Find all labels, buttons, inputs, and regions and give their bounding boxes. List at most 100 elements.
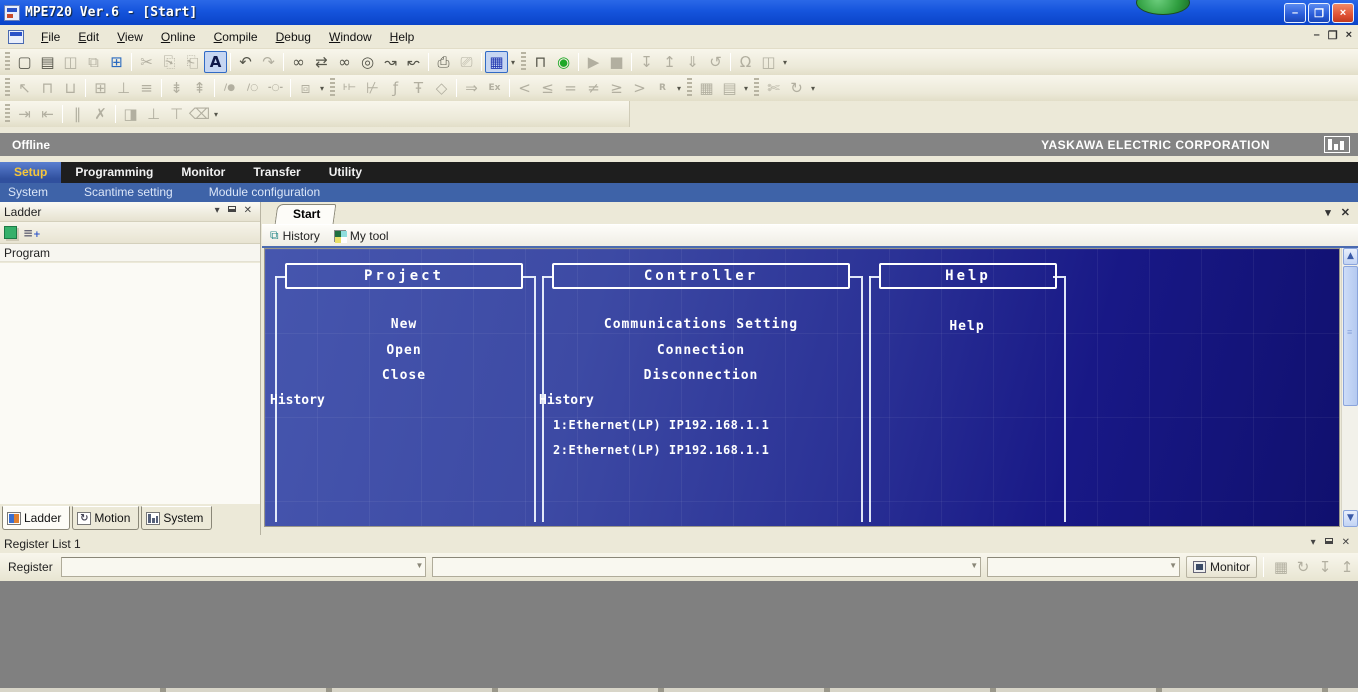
translate-icon[interactable]: A — [204, 51, 227, 73]
import-register-icon[interactable]: ↧ — [1314, 556, 1336, 578]
panel-dropdown-icon[interactable]: ▾ — [215, 205, 220, 216]
register-comment-combo[interactable]: ▼ — [432, 557, 981, 577]
write-into-controller-icon[interactable]: ↧ — [635, 51, 658, 73]
control-instruction-icon[interactable]: ◇ — [430, 77, 453, 99]
new-file-icon[interactable]: ▢ — [13, 51, 36, 73]
restore-data-icon[interactable]: ↺ — [704, 51, 727, 73]
list-view-icon[interactable]: ≡+ — [23, 226, 41, 240]
compare-le-icon[interactable]: ≤ — [536, 77, 559, 99]
indent-left-icon[interactable]: ⇤ — [36, 103, 59, 125]
scroll-up-arrow[interactable]: ▲ — [1343, 248, 1358, 265]
register-pin-icon[interactable] — [1325, 538, 1333, 544]
my-tool-button[interactable]: My tool — [334, 229, 389, 243]
logic-instruction-icon[interactable]: Ŧ — [407, 77, 430, 99]
comment-restore-icon[interactable]: ✗ — [89, 103, 112, 125]
lock-icon[interactable]: Ω — [734, 51, 757, 73]
help-link[interactable]: Help — [949, 319, 984, 334]
close-button[interactable]: × — [1332, 3, 1354, 23]
pin-rung-icon[interactable]: ⊥ — [142, 103, 165, 125]
insert-row-above-icon[interactable]: ⇞ — [188, 77, 211, 99]
find-in-project-icon[interactable]: ∞ — [333, 51, 356, 73]
save-icon[interactable]: ◫ — [59, 51, 82, 73]
save-to-flash-icon[interactable]: ◫ — [757, 51, 780, 73]
coil-instruction-icon[interactable]: ⊬ — [361, 77, 384, 99]
select-mode-icon[interactable]: ↖ — [13, 77, 36, 99]
toolbar-drag-handle[interactable] — [521, 52, 526, 72]
compare-gt-icon[interactable]: > — [628, 77, 651, 99]
menu-file[interactable]: File — [32, 27, 69, 47]
tab-utility[interactable]: Utility — [315, 162, 376, 183]
toolbar-dropdown-arrow[interactable]: ▾ — [317, 84, 327, 93]
register-dropdown-icon[interactable]: ▾ — [1311, 537, 1316, 548]
nc-contact-icon[interactable]: ⊔ — [59, 77, 82, 99]
bookmark-icon[interactable]: ⊤ — [165, 103, 188, 125]
tab-motion[interactable]: ↻ Motion — [72, 506, 139, 530]
menu-window[interactable]: Window — [320, 27, 381, 47]
coil-on-icon[interactable]: /● — [218, 77, 241, 99]
insert-row-below-icon[interactable]: ⇟ — [165, 77, 188, 99]
search-detail-icon[interactable]: ◎ — [356, 51, 379, 73]
rung-vertical-icon[interactable]: ⊥ — [112, 77, 135, 99]
tab-setup[interactable]: Setup — [0, 162, 61, 183]
find-icon[interactable]: ∞ — [287, 51, 310, 73]
coil-out-icon[interactable]: -○- — [264, 77, 287, 99]
compare-lt-icon[interactable]: < — [513, 77, 536, 99]
tab-programming[interactable]: Programming — [61, 162, 167, 183]
toolbar-dropdown-arrow[interactable]: ▾ — [508, 58, 518, 67]
register-comment-icon[interactable]: ⧈ — [294, 77, 317, 99]
communications-setting-link[interactable]: Communications Setting — [604, 317, 798, 332]
mdi-close-button[interactable]: × — [1346, 29, 1352, 42]
subitem-system[interactable]: System — [0, 183, 62, 202]
toolbar-drag-handle[interactable] — [5, 52, 10, 72]
run-icon[interactable]: ▶ — [582, 51, 605, 73]
toolbar-drag-handle[interactable] — [5, 104, 10, 124]
scroll-down-arrow[interactable]: ▼ — [1343, 510, 1358, 527]
panel-pin-icon[interactable] — [228, 206, 236, 212]
goto-prev-icon[interactable]: ↜ — [402, 51, 425, 73]
toolbar-drag-handle[interactable] — [330, 78, 335, 98]
monitor-toggle-button[interactable]: Monitor — [1186, 556, 1257, 578]
print-icon[interactable]: ⎙ — [432, 51, 455, 73]
table-edit-icon[interactable]: ▤ — [718, 77, 741, 99]
indent-right-icon[interactable]: ⇥ — [13, 103, 36, 125]
read-from-controller-icon[interactable]: ↥ — [658, 51, 681, 73]
menu-online[interactable]: Online — [152, 27, 205, 47]
rung-horizontal-icon[interactable]: ≡ — [135, 77, 158, 99]
refresh-icon[interactable]: ↻ — [1292, 556, 1314, 578]
subitem-scantime-setting[interactable]: Scantime setting — [76, 183, 187, 202]
coil-off-icon[interactable]: /○ — [241, 77, 264, 99]
redo-icon[interactable]: ↷ — [257, 51, 280, 73]
system-monitor-icon[interactable] — [1324, 136, 1350, 153]
menu-compile[interactable]: Compile — [205, 27, 267, 47]
open-file-icon[interactable]: ▤ — [36, 51, 59, 73]
toolbar-drag-handle[interactable] — [754, 78, 759, 98]
math-instruction-icon[interactable]: ƒ — [384, 77, 407, 99]
compare-ne-icon[interactable]: ≠ — [582, 77, 605, 99]
panel-close-icon[interactable]: ✕ — [244, 205, 252, 216]
project-open-link[interactable]: Open — [386, 343, 421, 358]
controller-config-icon[interactable]: ⊓ — [529, 51, 552, 73]
pane-dropdown-icon[interactable]: ▾ — [1325, 206, 1331, 219]
project-close-link[interactable]: Close — [382, 368, 426, 383]
program-tree-root[interactable]: Program — [0, 244, 260, 262]
history-button[interactable]: ⧉ History — [270, 228, 320, 243]
register-address-combo[interactable]: ▼ — [61, 557, 427, 577]
export-register-icon[interactable]: ↥ — [1336, 556, 1358, 578]
menu-debug[interactable]: Debug — [267, 27, 320, 47]
pane-close-icon[interactable]: ✕ — [1341, 206, 1350, 219]
register-table-icon[interactable]: ▦ — [1270, 556, 1292, 578]
vertical-scrollbar[interactable]: ▲ ▼ — [1341, 248, 1358, 527]
comment-out-icon[interactable]: ∥ — [66, 103, 89, 125]
rung-branch-icon[interactable]: ⊞ — [89, 77, 112, 99]
connection-history-entry[interactable]: 2:Ethernet(LP) IP192.168.1.1 — [553, 443, 769, 457]
transfer-icon[interactable]: ⇓ — [681, 51, 704, 73]
toolbar-dropdown-arrow[interactable]: ▾ — [674, 84, 684, 93]
cut-icon[interactable]: ✂ — [135, 51, 158, 73]
restore-button[interactable]: ❐ — [1308, 3, 1330, 23]
online-connection-icon[interactable]: ◉ — [552, 51, 575, 73]
tab-ladder[interactable]: Ladder — [2, 506, 70, 530]
connection-link[interactable]: Connection — [657, 343, 745, 358]
replace-icon[interactable]: ⇄ — [310, 51, 333, 73]
menu-help[interactable]: Help — [381, 27, 424, 47]
express-icon[interactable]: Ex — [483, 77, 506, 99]
